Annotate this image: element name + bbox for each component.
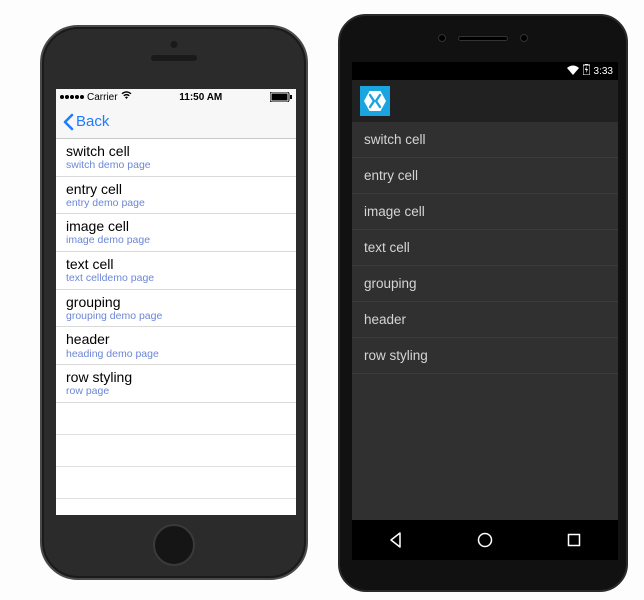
cell-subtitle: grouping demo page bbox=[66, 310, 286, 323]
cell-title: row styling bbox=[66, 369, 286, 385]
wifi-icon bbox=[121, 91, 132, 103]
nav-recent-button[interactable] bbox=[565, 531, 583, 549]
list-item[interactable]: grouping grouping demo page bbox=[56, 290, 296, 328]
list-item[interactable]: row styling row page bbox=[56, 365, 296, 403]
android-nav-bar bbox=[352, 520, 618, 560]
list-item[interactable]: header bbox=[352, 302, 618, 338]
list-item[interactable]: header heading demo page bbox=[56, 327, 296, 365]
cell-subtitle: image demo page bbox=[66, 234, 286, 247]
cell-subtitle: heading demo page bbox=[66, 348, 286, 361]
empty-row bbox=[56, 499, 296, 515]
signal-dots-icon bbox=[60, 95, 84, 99]
list-item[interactable]: grouping bbox=[352, 266, 618, 302]
chevron-left-icon bbox=[62, 113, 74, 131]
list-item[interactable]: text cell text celldemo page bbox=[56, 252, 296, 290]
cell-subtitle: text celldemo page bbox=[66, 272, 286, 285]
ios-nav-bar: Back bbox=[56, 105, 296, 139]
back-button[interactable]: Back bbox=[62, 113, 109, 131]
home-button[interactable] bbox=[153, 524, 195, 566]
android-action-bar bbox=[352, 80, 618, 122]
iphone-speaker bbox=[151, 55, 197, 61]
cell-subtitle: switch demo page bbox=[66, 159, 286, 172]
cell-title: grouping bbox=[66, 294, 286, 310]
xamarin-logo-icon[interactable] bbox=[360, 86, 390, 116]
carrier-label: Carrier bbox=[87, 92, 118, 103]
list-item[interactable]: entry cell entry demo page bbox=[56, 177, 296, 215]
list-item[interactable]: entry cell bbox=[352, 158, 618, 194]
cell-title: entry cell bbox=[66, 181, 286, 197]
battery-icon bbox=[583, 64, 590, 78]
list-item[interactable]: image cell bbox=[352, 194, 618, 230]
ios-status-bar: Carrier 11:50 AM bbox=[56, 89, 296, 105]
empty-row bbox=[56, 467, 296, 499]
clock-label: 3:33 bbox=[594, 66, 613, 77]
list-item[interactable]: switch cell bbox=[352, 122, 618, 158]
cell-title: text cell bbox=[66, 256, 286, 272]
empty-row bbox=[56, 403, 296, 435]
battery-icon bbox=[270, 92, 292, 102]
android-sensors bbox=[438, 34, 528, 42]
android-device: 3:33 switch cell entry cell image cell t… bbox=[338, 14, 628, 592]
list-item[interactable]: image cell image demo page bbox=[56, 214, 296, 252]
cell-title: header bbox=[66, 331, 286, 347]
cell-subtitle: row page bbox=[66, 385, 286, 398]
list-item[interactable]: switch cell switch demo page bbox=[56, 139, 296, 177]
back-label: Back bbox=[76, 113, 109, 130]
android-status-bar: 3:33 bbox=[352, 62, 618, 80]
list-item[interactable]: row styling bbox=[352, 338, 618, 374]
cell-title: switch cell bbox=[66, 143, 286, 159]
cell-subtitle: entry demo page bbox=[66, 197, 286, 210]
nav-home-button[interactable] bbox=[476, 531, 494, 549]
nav-back-button[interactable] bbox=[387, 531, 405, 549]
list-item[interactable]: text cell bbox=[352, 230, 618, 266]
ios-list[interactable]: switch cell switch demo page entry cell … bbox=[56, 139, 296, 515]
clock-label: 11:50 AM bbox=[179, 92, 222, 103]
iphone-screen: Carrier 11:50 AM Back switc bbox=[56, 89, 296, 515]
wifi-icon bbox=[567, 65, 579, 78]
iphone-device: Carrier 11:50 AM Back switc bbox=[40, 25, 308, 580]
android-screen: 3:33 switch cell entry cell image cell t… bbox=[352, 62, 618, 524]
empty-row bbox=[56, 435, 296, 467]
cell-title: image cell bbox=[66, 218, 286, 234]
android-list[interactable]: switch cell entry cell image cell text c… bbox=[352, 122, 618, 374]
iphone-camera bbox=[171, 41, 178, 48]
